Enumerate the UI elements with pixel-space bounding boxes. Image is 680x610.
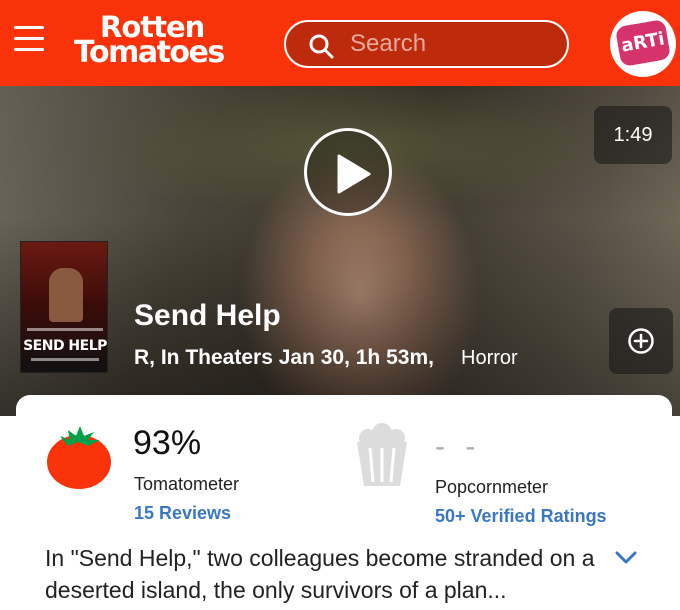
poster-title: SEND HELP [23,338,107,354]
sparkle-icon: ✦ [654,17,666,33]
search-icon [309,34,334,59]
add-circle-icon [628,328,654,354]
movie-poster[interactable]: SEND HELP [20,241,108,373]
tomatometer-score: 93% [133,424,202,462]
add-to-watchlist-button[interactable] [609,308,673,374]
popcornmeter-score: - - [435,430,482,463]
hamburger-menu-icon[interactable] [14,26,46,58]
movie-synopsis[interactable]: In "Send Help," two colleagues become st… [45,542,605,606]
movie-genre: Horror [461,347,518,369]
trailer-hero[interactable]: 1:49 SEND HELP Send Help R, In Theaters … [0,86,680,416]
popcornmeter-label: Popcornmeter [435,477,549,497]
video-duration-badge: 1:49 [594,106,672,164]
play-icon [337,154,371,194]
tomatometer-label: Tomatometer [134,474,240,494]
rotten-tomatoes-logo[interactable]: Rotten Tomatoes [74,13,254,72]
top-nav-bar: Rotten Tomatoes aRTi ✦ [0,0,680,86]
verified-ratings-link[interactable]: 50+ Verified Ratings [435,506,607,527]
chevron-down-icon[interactable] [614,550,638,566]
movie-meta: R, In Theaters Jan 30, 1h 53m, [134,346,434,369]
movie-title: Send Help [134,299,281,332]
logo-line-2: Tomatoes [74,35,225,70]
popcorn-icon [357,423,407,486]
search-input[interactable] [350,30,550,58]
play-trailer-button[interactable] [304,128,392,216]
user-avatar[interactable]: aRTi ✦ [610,11,676,77]
tomato-icon [47,426,111,489]
reviews-count-link[interactable]: 15 Reviews [134,503,231,524]
search-bar[interactable] [284,20,569,68]
